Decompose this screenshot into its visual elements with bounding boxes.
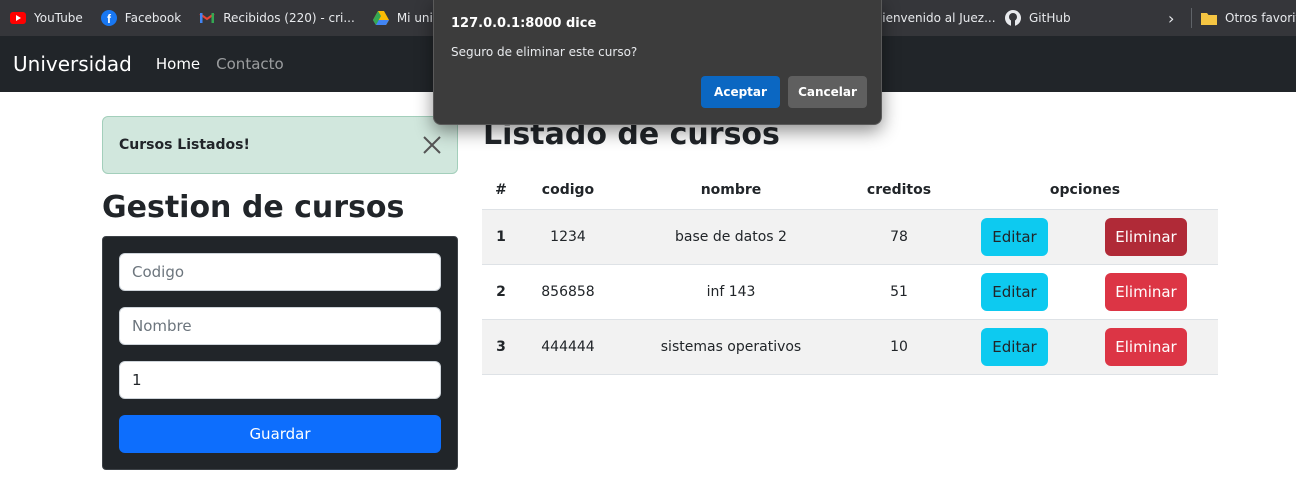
bookmarks-divider [1191, 8, 1192, 28]
bookmark-label: GitHub [1029, 11, 1071, 25]
row-codigo: 1234 [550, 229, 586, 245]
dialog-cancel-button[interactable]: Cancelar [788, 76, 867, 108]
close-icon[interactable] [421, 134, 443, 156]
bookmark-github[interactable]: GitHub [1005, 0, 1071, 36]
success-alert: Cursos Listados! [102, 116, 458, 174]
dialog-message: Seguro de eliminar este curso? [451, 45, 638, 59]
confirm-dialog: 127.0.0.1:8000 dice Seguro de eliminar e… [433, 0, 882, 125]
bookmark-folder-otros[interactable]: Otros favoritos [1201, 0, 1296, 36]
row-nombre: inf 143 [706, 284, 756, 300]
folder-icon [1201, 12, 1217, 25]
bookmark-label: Recibidos (220) - cri... [223, 11, 355, 25]
delete-button[interactable]: Eliminar [1105, 328, 1187, 366]
save-button[interactable]: Guardar [119, 415, 441, 453]
row-num: 1 [496, 229, 506, 245]
table-header: # codigo nombre creditos opciones [482, 170, 1218, 210]
edit-button[interactable]: Editar [981, 328, 1048, 366]
column-header-creditos: creditos [866, 181, 932, 198]
column-header-nombre: nombre [700, 181, 762, 198]
codigo-input[interactable]: Codigo [119, 253, 441, 291]
dialog-title: 127.0.0.1:8000 dice [451, 16, 597, 31]
edit-button[interactable]: Editar [981, 273, 1048, 311]
edit-button[interactable]: Editar [981, 218, 1048, 256]
delete-button[interactable]: Eliminar [1105, 218, 1187, 256]
row-creditos: 78 [890, 229, 908, 245]
bookmark-juez[interactable]: Bienvenido al Juez... [874, 0, 996, 36]
row-codigo: 856858 [541, 284, 595, 300]
bookmark-label: YouTube [34, 11, 83, 25]
table-row: 2 856858 inf 143 51 Editar Eliminar [482, 265, 1218, 320]
row-nombre: sistemas operativos [660, 339, 802, 355]
dialog-accept-button[interactable]: Aceptar [701, 76, 780, 108]
gmail-icon [199, 10, 215, 26]
row-num: 2 [496, 284, 506, 300]
form-heading: Gestion de cursos [102, 190, 405, 225]
nav-link-contacto[interactable]: Contacto [216, 55, 284, 73]
bookmark-youtube[interactable]: YouTube [0, 0, 91, 36]
course-form: Codigo Nombre 1 Guardar [102, 236, 458, 470]
navbar-brand[interactable]: Universidad [13, 52, 132, 76]
row-codigo: 444444 [541, 339, 595, 355]
bookmark-label: Facebook [124, 11, 182, 25]
creditos-input[interactable]: 1 [119, 361, 441, 399]
bookmarks-overflow-button[interactable]: › [1168, 0, 1174, 36]
bookmark-gmail[interactable]: Recibidos (220) - cri... [189, 0, 363, 36]
row-creditos: 10 [890, 339, 908, 355]
bookmark-label: Bienvenido al Juez... [874, 11, 996, 25]
column-header-opciones: opciones [1049, 181, 1121, 198]
github-icon [1005, 10, 1021, 26]
table-row: 1 1234 base de datos 2 78 Editar Elimina… [482, 210, 1218, 265]
alert-message: Cursos Listados! [119, 137, 250, 153]
delete-button[interactable]: Eliminar [1105, 273, 1187, 311]
column-header-codigo: codigo [541, 181, 595, 198]
facebook-icon: f [100, 10, 117, 26]
row-num: 3 [496, 339, 506, 355]
nombre-input[interactable]: Nombre [119, 307, 441, 345]
bookmark-facebook[interactable]: f Facebook [91, 0, 189, 36]
youtube-icon [10, 10, 26, 26]
row-creditos: 51 [890, 284, 908, 300]
column-header-num: # [495, 181, 507, 198]
bookmark-label: Otros favoritos [1225, 11, 1296, 25]
chevron-right-icon: › [1168, 8, 1175, 28]
courses-table: # codigo nombre creditos opciones 1 1234… [482, 170, 1218, 375]
drive-icon [372, 10, 389, 26]
nav-link-home[interactable]: Home [156, 55, 200, 73]
row-nombre: base de datos 2 [675, 229, 787, 245]
table-row: 3 444444 sistemas operativos 10 Editar E… [482, 320, 1218, 375]
